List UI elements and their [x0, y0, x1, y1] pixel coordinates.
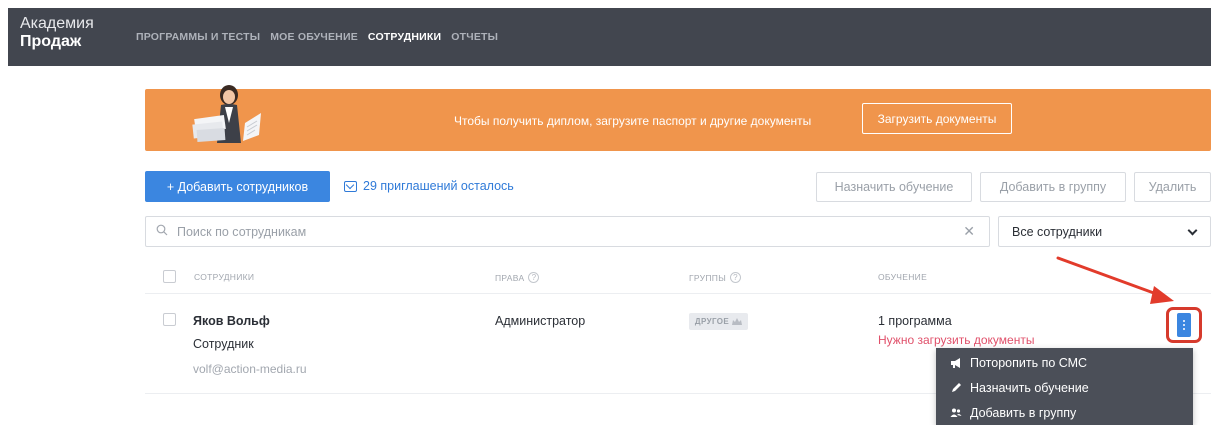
- logo-line-1: Академия: [20, 15, 94, 32]
- top-navbar: Академия Продаж ПРОГРАММЫ И ТЕСТЫ МОЕ ОБ…: [8, 8, 1211, 66]
- menu-item-sms-reminder[interactable]: Поторопить по СМС: [950, 353, 1087, 373]
- logo[interactable]: Академия Продаж: [20, 15, 94, 51]
- banner-message: Чтобы получить диплом, загрузите паспорт…: [454, 114, 812, 128]
- nav-reports[interactable]: ОТЧЕТЫ: [451, 31, 498, 43]
- megaphone-icon: [951, 358, 960, 368]
- users-icon: [950, 408, 962, 417]
- pencil-icon: [952, 383, 961, 392]
- employee-role: Сотрудник: [193, 337, 254, 351]
- delete-button[interactable]: Удалить: [1134, 172, 1211, 202]
- documents-banner: Чтобы получить диплом, загрузите паспорт…: [145, 85, 1211, 151]
- annotation-arrow: [1056, 256, 1174, 304]
- upload-documents-warning[interactable]: Нужно загрузить документы: [878, 333, 1034, 347]
- column-header-training: ОБУЧЕНИЕ: [878, 272, 927, 282]
- column-header-rights-label: ПРАВА: [495, 272, 525, 283]
- row-actions-menu: Поторопить по СМС Назначить обучение Доб…: [936, 348, 1193, 425]
- employee-email: volf@action-media.ru: [193, 362, 307, 376]
- group-badge-label: ДРУГОЕ: [694, 317, 730, 326]
- nav-programs-tests[interactable]: ПРОГРАММЫ И ТЕСТЫ: [136, 31, 260, 43]
- menu-item-assign-training-label: Назначить обучение: [970, 381, 1089, 395]
- invites-remaining-link[interactable]: 29 приглашений осталось: [344, 179, 514, 193]
- help-icon[interactable]: ?: [528, 272, 540, 283]
- employee-name[interactable]: Яков Вольф: [193, 314, 270, 328]
- training-count[interactable]: 1 программа: [878, 314, 952, 328]
- clear-search-icon[interactable]: ✕: [963, 223, 975, 240]
- more-vertical-icon: [1177, 313, 1191, 337]
- column-header-rights: ПРАВА ?: [495, 272, 540, 283]
- invites-remaining-label: 29 приглашений осталось: [363, 179, 514, 193]
- logo-line-2: Продаж: [20, 33, 82, 50]
- menu-item-sms-reminder-label: Поторопить по СМС: [970, 356, 1088, 370]
- column-header-employees: СОТРУДНИКИ: [194, 272, 254, 282]
- crown-icon: [732, 317, 743, 325]
- employee-rights: Администратор: [495, 314, 586, 328]
- chevron-down-icon: [1187, 225, 1198, 236]
- menu-item-add-to-group[interactable]: Добавить в группу: [950, 403, 1076, 423]
- add-employees-button[interactable]: + Добавить сотрудников: [145, 171, 330, 202]
- woman-with-documents-illustration: [192, 85, 261, 143]
- employees-filter-value: Все сотрудники: [1012, 224, 1103, 239]
- column-header-groups: ГРУППЫ ?: [689, 272, 742, 283]
- search-icon: [156, 224, 168, 236]
- main-nav: ПРОГРАММЫ И ТЕСТЫ МОЕ ОБУЧЕНИЕ СОТРУДНИК…: [136, 31, 508, 43]
- row-actions-kebab-button[interactable]: [1166, 307, 1202, 343]
- upload-documents-button[interactable]: Загрузить документы: [862, 103, 1012, 134]
- employees-filter-select[interactable]: Все сотрудники: [998, 216, 1211, 247]
- group-badge[interactable]: ДРУГОЕ: [689, 313, 748, 330]
- add-to-group-button[interactable]: Добавить в группу: [980, 172, 1126, 202]
- nav-employees[interactable]: СОТРУДНИКИ: [368, 31, 441, 43]
- assign-training-button[interactable]: Назначить обучение: [816, 172, 972, 202]
- search-box: ✕: [145, 216, 990, 247]
- row-checkbox[interactable]: [163, 313, 176, 326]
- help-icon[interactable]: ?: [730, 272, 742, 283]
- envelope-icon: [344, 180, 357, 192]
- search-input[interactable]: [177, 222, 937, 242]
- column-header-employees-label: СОТРУДНИКИ: [194, 272, 255, 282]
- menu-item-add-to-group-label: Добавить в группу: [970, 406, 1077, 420]
- nav-my-learning[interactable]: МОЕ ОБУЧЕНИЕ: [270, 31, 358, 43]
- column-header-groups-label: ГРУППЫ: [689, 272, 727, 283]
- select-all-checkbox[interactable]: [163, 270, 176, 283]
- column-header-training-label: ОБУЧЕНИЕ: [878, 272, 928, 282]
- menu-item-assign-training[interactable]: Назначить обучение: [950, 378, 1089, 398]
